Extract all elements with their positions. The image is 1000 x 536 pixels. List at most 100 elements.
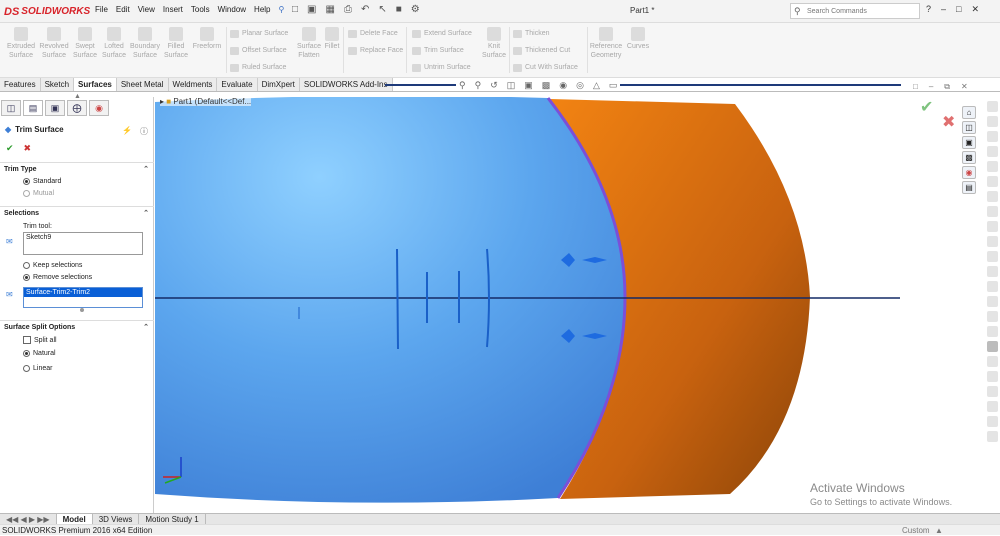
keep-selections-radio[interactable]: Keep selections: [23, 262, 82, 269]
filled-surface-button[interactable]: Filled Surface: [162, 27, 190, 60]
offset-surface-button[interactable]: Offset Surface: [230, 45, 288, 56]
home-icon[interactable]: ⌂: [962, 106, 976, 119]
thickened-cut-button[interactable]: Thickened Cut: [513, 45, 578, 56]
previous-view-icon[interactable]: ↺: [490, 80, 498, 91]
tab-weldments[interactable]: Weldments: [168, 78, 218, 92]
selections-header[interactable]: Selections ⌃: [0, 206, 154, 219]
viewport-restore-icon[interactable]: □: [913, 82, 918, 92]
select-icon[interactable]: ↖: [378, 4, 386, 18]
reference-geometry-button[interactable]: Reference Geometry: [589, 27, 623, 60]
configuration-manager-tab[interactable]: ▣: [45, 100, 65, 116]
minimize-button[interactable]: –: [941, 4, 946, 15]
tab-sketch[interactable]: Sketch: [40, 78, 75, 92]
surface-split-options-header[interactable]: Surface Split Options ⌃: [0, 320, 154, 333]
units-dropdown-icon[interactable]: ▲: [935, 525, 943, 536]
resize-handle[interactable]: [80, 308, 84, 312]
task-icon[interactable]: [986, 386, 998, 397]
help-circle-icon[interactable]: ⓘ: [140, 126, 148, 137]
task-icon[interactable]: [986, 206, 998, 217]
close-button[interactable]: ✕: [971, 4, 979, 15]
task-icon[interactable]: [986, 296, 998, 307]
new-document-icon[interactable]: □: [292, 4, 298, 18]
blue-surface[interactable]: [155, 95, 625, 503]
viewport-maximize-icon[interactable]: ⧉: [944, 82, 950, 92]
tab-surfaces[interactable]: Surfaces: [74, 78, 117, 92]
task-icon[interactable]: [986, 266, 998, 277]
feature-manager-tab[interactable]: ◫: [1, 100, 21, 116]
surface-flatten-button[interactable]: Surface Flatten: [294, 27, 324, 60]
tab-scroll-arrows[interactable]: ◀◀ ◀ ▶ ▶▶: [0, 514, 57, 524]
camera-icon[interactable]: [986, 341, 998, 352]
whats-wrong-icon[interactable]: ⚡: [122, 126, 132, 137]
hide-show-icon[interactable]: ◉: [559, 80, 567, 91]
task-icon[interactable]: [986, 131, 998, 142]
collapse-caret-icon[interactable]: ⌃: [143, 163, 149, 176]
view-settings-icon[interactable]: ▭: [609, 80, 618, 91]
task-icon[interactable]: [986, 371, 998, 382]
knit-surface-button[interactable]: Knit Surface: [480, 27, 508, 60]
tab-sheet-metal[interactable]: Sheet Metal: [116, 78, 169, 92]
task-icon[interactable]: [986, 191, 998, 202]
view-palette-icon[interactable]: ▩: [962, 151, 976, 164]
task-icon[interactable]: [986, 281, 998, 292]
task-icon[interactable]: [986, 311, 998, 322]
open-icon[interactable]: ▣: [307, 4, 316, 18]
property-manager-tab[interactable]: ▤: [23, 100, 43, 116]
print-icon[interactable]: ⎙: [344, 4, 352, 18]
tab-features[interactable]: Features: [0, 78, 41, 92]
display-manager-tab[interactable]: ◉: [89, 100, 109, 116]
boundary-surface-button[interactable]: Boundary Surface: [128, 27, 162, 60]
design-library-icon[interactable]: ◫: [962, 121, 976, 134]
delete-face-button[interactable]: Delete Face: [348, 28, 403, 39]
viewport-minimize-icon[interactable]: –: [929, 82, 933, 92]
task-icon[interactable]: [986, 116, 998, 127]
split-all-checkbox[interactable]: Split all: [23, 336, 57, 344]
collapse-caret-icon[interactable]: ⌃: [143, 321, 149, 334]
task-icon[interactable]: [986, 431, 998, 442]
ruled-surface-button[interactable]: Ruled Surface: [230, 62, 288, 73]
save-icon[interactable]: ▦: [326, 4, 335, 18]
menu-help[interactable]: Help: [254, 5, 270, 14]
task-icon[interactable]: [986, 236, 998, 247]
task-icon[interactable]: [986, 146, 998, 157]
cancel-x-button[interactable]: ✖: [24, 143, 32, 154]
task-icon[interactable]: [986, 176, 998, 187]
file-explorer-icon[interactable]: ▣: [962, 136, 976, 149]
section-view-icon[interactable]: ◫: [507, 80, 516, 91]
mutual-radio[interactable]: Mutual: [23, 190, 54, 197]
curves-button[interactable]: Curves: [624, 27, 652, 51]
pane-splitter[interactable]: ▲: [74, 93, 81, 100]
menu-view[interactable]: View: [138, 5, 155, 14]
dimxpert-manager-tab[interactable]: ⨁: [67, 100, 87, 116]
standard-radio[interactable]: Standard: [23, 178, 61, 185]
ok-check-button[interactable]: ✔: [6, 143, 14, 154]
undo-icon[interactable]: ↶: [361, 4, 369, 18]
graphics-area[interactable]: ▸ ■ Part1 (Default<<Def...: [155, 95, 1000, 513]
task-icon[interactable]: [986, 101, 998, 112]
feature-tree-flyout[interactable]: ▸ ■ Part1 (Default<<Def...: [160, 97, 252, 106]
display-style-icon[interactable]: ▩: [542, 80, 551, 91]
appearances-icon[interactable]: ◉: [962, 166, 976, 179]
solidworks-logo[interactable]: DS SOLIDWORKS: [4, 3, 94, 20]
menu-file[interactable]: File: [95, 5, 108, 14]
confirm-cancel-icon[interactable]: ✖: [942, 112, 955, 132]
collapse-caret-icon[interactable]: ⌃: [143, 207, 149, 220]
fillet-button[interactable]: Fillet: [323, 27, 341, 51]
search-commands-input[interactable]: ⚲ Search Commands: [790, 3, 920, 19]
zoom-to-fit-icon[interactable]: ⚲: [459, 80, 466, 91]
swept-surface-button[interactable]: Swept Surface: [70, 27, 100, 60]
trim-tool-field[interactable]: Sketch9: [23, 232, 143, 255]
task-icon[interactable]: [986, 356, 998, 367]
trim-surface-button[interactable]: Trim Surface: [412, 45, 472, 56]
extruded-surface-button[interactable]: Extruded Surface: [4, 27, 38, 60]
lofted-surface-button[interactable]: Lofted Surface: [100, 27, 128, 60]
task-icon[interactable]: [986, 221, 998, 232]
selected-list-item[interactable]: Surface-Trim2-Trim2: [24, 288, 142, 297]
task-icon[interactable]: [986, 401, 998, 412]
trim-type-header[interactable]: Trim Type ⌃: [0, 162, 154, 175]
confirm-check-icon[interactable]: ✔: [920, 97, 933, 117]
pin-icon[interactable]: ⚲: [279, 5, 285, 14]
task-icon[interactable]: [986, 251, 998, 262]
options-gear-icon[interactable]: ⚙: [411, 4, 420, 18]
menu-tools[interactable]: Tools: [191, 5, 210, 14]
